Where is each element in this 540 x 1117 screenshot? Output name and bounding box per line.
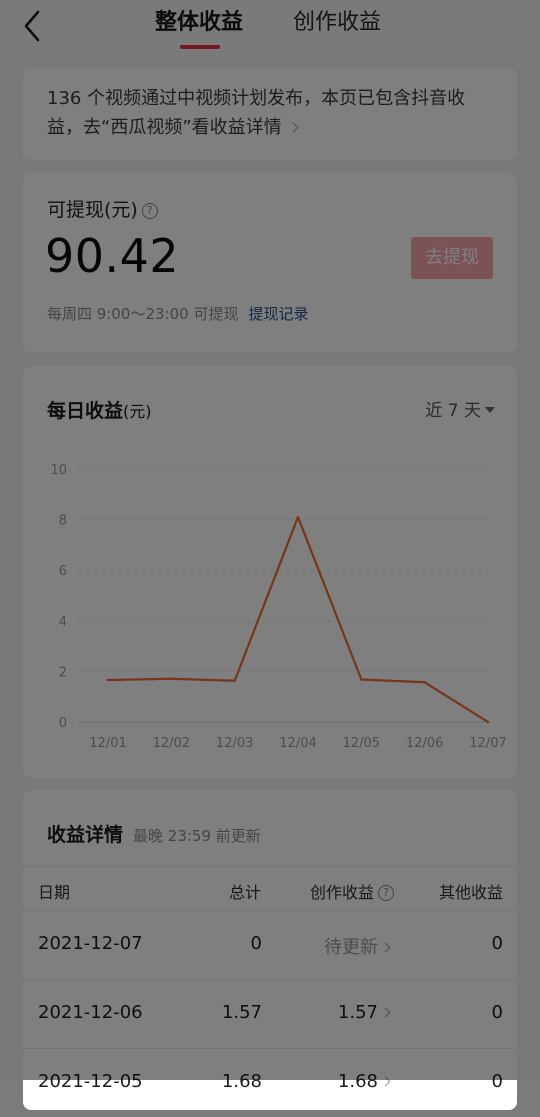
chevron-right-icon: [380, 1076, 391, 1087]
daily-earnings-card: 每日收益(元) 近 7 天 0 2 4 6 8 10 12/01 12/02 12/03 12/0…: [23, 366, 517, 778]
notice-card[interactable]: 136 个视频通过中视频计划发布，本页已包含抖音收益，去“西瓜视频”看收益详情: [23, 68, 517, 160]
x-tick-label: 12/04: [279, 736, 316, 751]
table-header: 日期 总计 创作收益? 其他收益: [23, 866, 517, 911]
active-tab-indicator: [180, 45, 220, 49]
row-creative[interactable]: 1.57: [338, 1002, 391, 1023]
row-date: 2021-12-05: [38, 1071, 143, 1092]
top-bar: 整体收益 创作收益: [0, 0, 540, 60]
x-tick-label: 12/03: [216, 736, 253, 751]
row-date: 2021-12-07: [38, 933, 143, 954]
y-tick-label: 10: [50, 463, 67, 478]
data-point: [486, 720, 490, 724]
col-creative: 创作收益?: [310, 879, 395, 903]
row-other: 0: [491, 1002, 503, 1023]
tab-creative-earnings[interactable]: 创作收益: [293, 4, 381, 36]
notice-text[interactable]: 136 个视频通过中视频计划发布，本页已包含抖音收益，去“西瓜视频”看收益详情: [47, 84, 493, 142]
earnings-page: 整体收益 创作收益 136 个视频通过中视频计划发布，本页已包含抖音收益，去“西…: [0, 0, 540, 1110]
tab-overall-earnings[interactable]: 整体收益: [155, 4, 243, 36]
row-other: 0: [491, 1071, 503, 1092]
x-tick-label: 12/06: [406, 736, 443, 751]
help-icon[interactable]: ?: [141, 203, 158, 219]
row-creative[interactable]: 待更新: [324, 933, 391, 959]
data-point: [296, 515, 300, 519]
earnings-details-card: 收益详情 最晚 23:59 前更新 日期 总计 创作收益? 其他收益 2021-1…: [23, 790, 517, 1110]
withdraw-schedule: 每周四 9:00～23:00 可提现 提现记录: [47, 305, 309, 323]
data-point: [360, 678, 363, 681]
row-total: 1.57: [221, 1002, 262, 1023]
chevron-right-icon: [380, 1007, 391, 1018]
withdraw-record-link[interactable]: 提现记录: [248, 305, 308, 323]
row-total: 1.68: [221, 1071, 262, 1092]
data-point: [233, 679, 236, 682]
withdrawable-amount: 90.42: [45, 229, 180, 283]
y-tick-label: 4: [59, 615, 67, 630]
series-line: [107, 515, 489, 723]
back-arrow-icon: [24, 10, 40, 42]
withdraw-button[interactable]: 去提现: [411, 237, 493, 279]
row-creative[interactable]: 1.68: [338, 1071, 391, 1092]
col-other: 其他收益: [438, 883, 503, 902]
x-tick-label: 12/01: [89, 736, 126, 751]
details-title: 收益详情 最晚 23:59 前更新: [47, 824, 261, 846]
back-button[interactable]: [18, 8, 50, 44]
data-point: [423, 681, 426, 684]
table-row: 2021-12-05 1.68 1.68 0: [23, 1048, 517, 1117]
withdrawable-card: 可提现(元)? 90.42 去提现 每周四 9:00～23:00 可提现 提现记录: [23, 173, 517, 353]
y-tick-label: 2: [59, 665, 67, 680]
chevron-right-icon: [288, 122, 299, 133]
table-row: 2021-12-07 0 待更新 0: [23, 910, 517, 979]
x-tick-label: 12/02: [153, 736, 190, 751]
col-date: 日期: [38, 883, 71, 902]
data-point: [106, 678, 110, 682]
row-date: 2021-12-06: [38, 1002, 143, 1023]
details-update-note: 最晚 23:59 前更新: [133, 827, 261, 845]
col-total: 总计: [228, 883, 261, 902]
y-tick-label: 6: [59, 564, 67, 579]
chevron-right-icon: [380, 942, 391, 953]
data-point: [170, 677, 173, 680]
withdrawable-label: 可提现(元)?: [47, 195, 158, 222]
row-other: 0: [491, 933, 503, 954]
help-icon[interactable]: ?: [378, 885, 395, 901]
y-tick-label: 0: [59, 716, 67, 731]
row-total: 0: [250, 933, 262, 954]
x-tick-label: 12/07: [469, 736, 506, 751]
table-row: 2021-12-06 1.57 1.57 0: [23, 979, 517, 1048]
x-tick-label: 12/05: [343, 736, 380, 751]
daily-earnings-chart: 0 2 4 6 8 10 12/01 12/02 12/03 12/04 12/05 12/06 12/…: [50, 463, 506, 751]
y-tick-label: 8: [59, 514, 67, 529]
